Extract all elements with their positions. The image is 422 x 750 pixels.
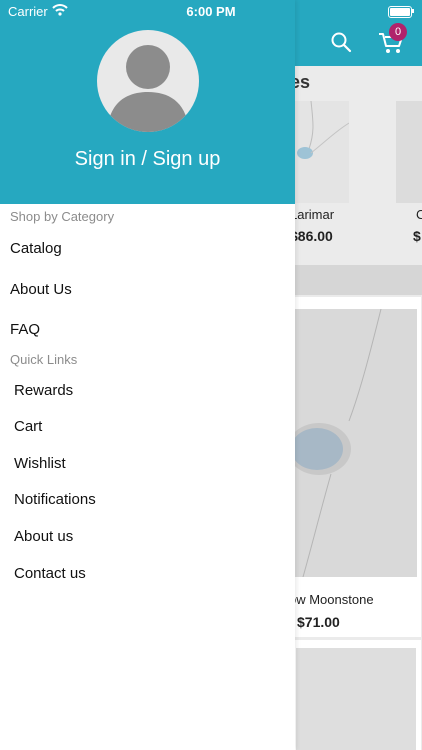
cart-count-badge: 0	[389, 23, 407, 41]
quick-links-title: Quick Links	[10, 352, 78, 367]
menu-item-label: Catalog	[10, 240, 62, 257]
product-price: $71.00	[297, 614, 340, 630]
product-name: ow Moonstone	[289, 592, 374, 607]
menu-item-about-us-link[interactable]: About us	[0, 520, 295, 556]
navigation-drawer: Sign in / Sign up Shop by Category Catal…	[0, 0, 295, 750]
menu-item-wishlist[interactable]: Wishlist	[0, 447, 295, 483]
signin-signup-link[interactable]: Sign in / Sign up	[0, 148, 295, 171]
menu-item-cart[interactable]: Cart	[0, 410, 295, 446]
product-thumbnail[interactable]	[396, 101, 422, 203]
status-bar: Carrier 6:00 PM	[0, 0, 422, 22]
avatar-icon[interactable]	[97, 30, 199, 132]
menu-item-label: About Us	[10, 281, 72, 298]
menu-item-label: Wishlist	[14, 455, 66, 472]
battery-tip	[412, 9, 414, 13]
drawer-header: Sign in / Sign up	[0, 0, 295, 204]
product-name: Larimar	[290, 207, 335, 222]
product-price: $	[413, 228, 421, 244]
status-time: 6:00 PM	[186, 4, 236, 19]
section-band	[281, 265, 422, 295]
menu-item-label: Cart	[14, 418, 43, 435]
menu-item-contact-us[interactable]: Contact us	[0, 557, 295, 593]
product-image[interactable]	[291, 309, 417, 577]
menu-item-rewards[interactable]: Rewards	[0, 374, 295, 410]
product-name: C	[416, 207, 422, 222]
menu-item-label: About us	[14, 528, 74, 545]
menu-item-label: Notifications	[14, 491, 96, 508]
menu-item-about-us[interactable]: About Us	[0, 273, 295, 309]
menu-item-label: Rewards	[14, 382, 74, 399]
shop-by-category-title: Shop by Category	[10, 209, 115, 224]
product-price: $86.00	[290, 228, 333, 244]
search-icon[interactable]	[330, 31, 352, 53]
menu-item-notifications[interactable]: Notifications	[0, 483, 295, 519]
menu-item-faq[interactable]: FAQ	[0, 313, 295, 349]
menu-item-label: Contact us	[14, 565, 86, 582]
battery-icon	[388, 6, 412, 18]
product-image[interactable]	[296, 648, 416, 750]
menu-item-catalog[interactable]: Catalog	[0, 232, 295, 268]
menu-item-label: FAQ	[10, 321, 41, 338]
